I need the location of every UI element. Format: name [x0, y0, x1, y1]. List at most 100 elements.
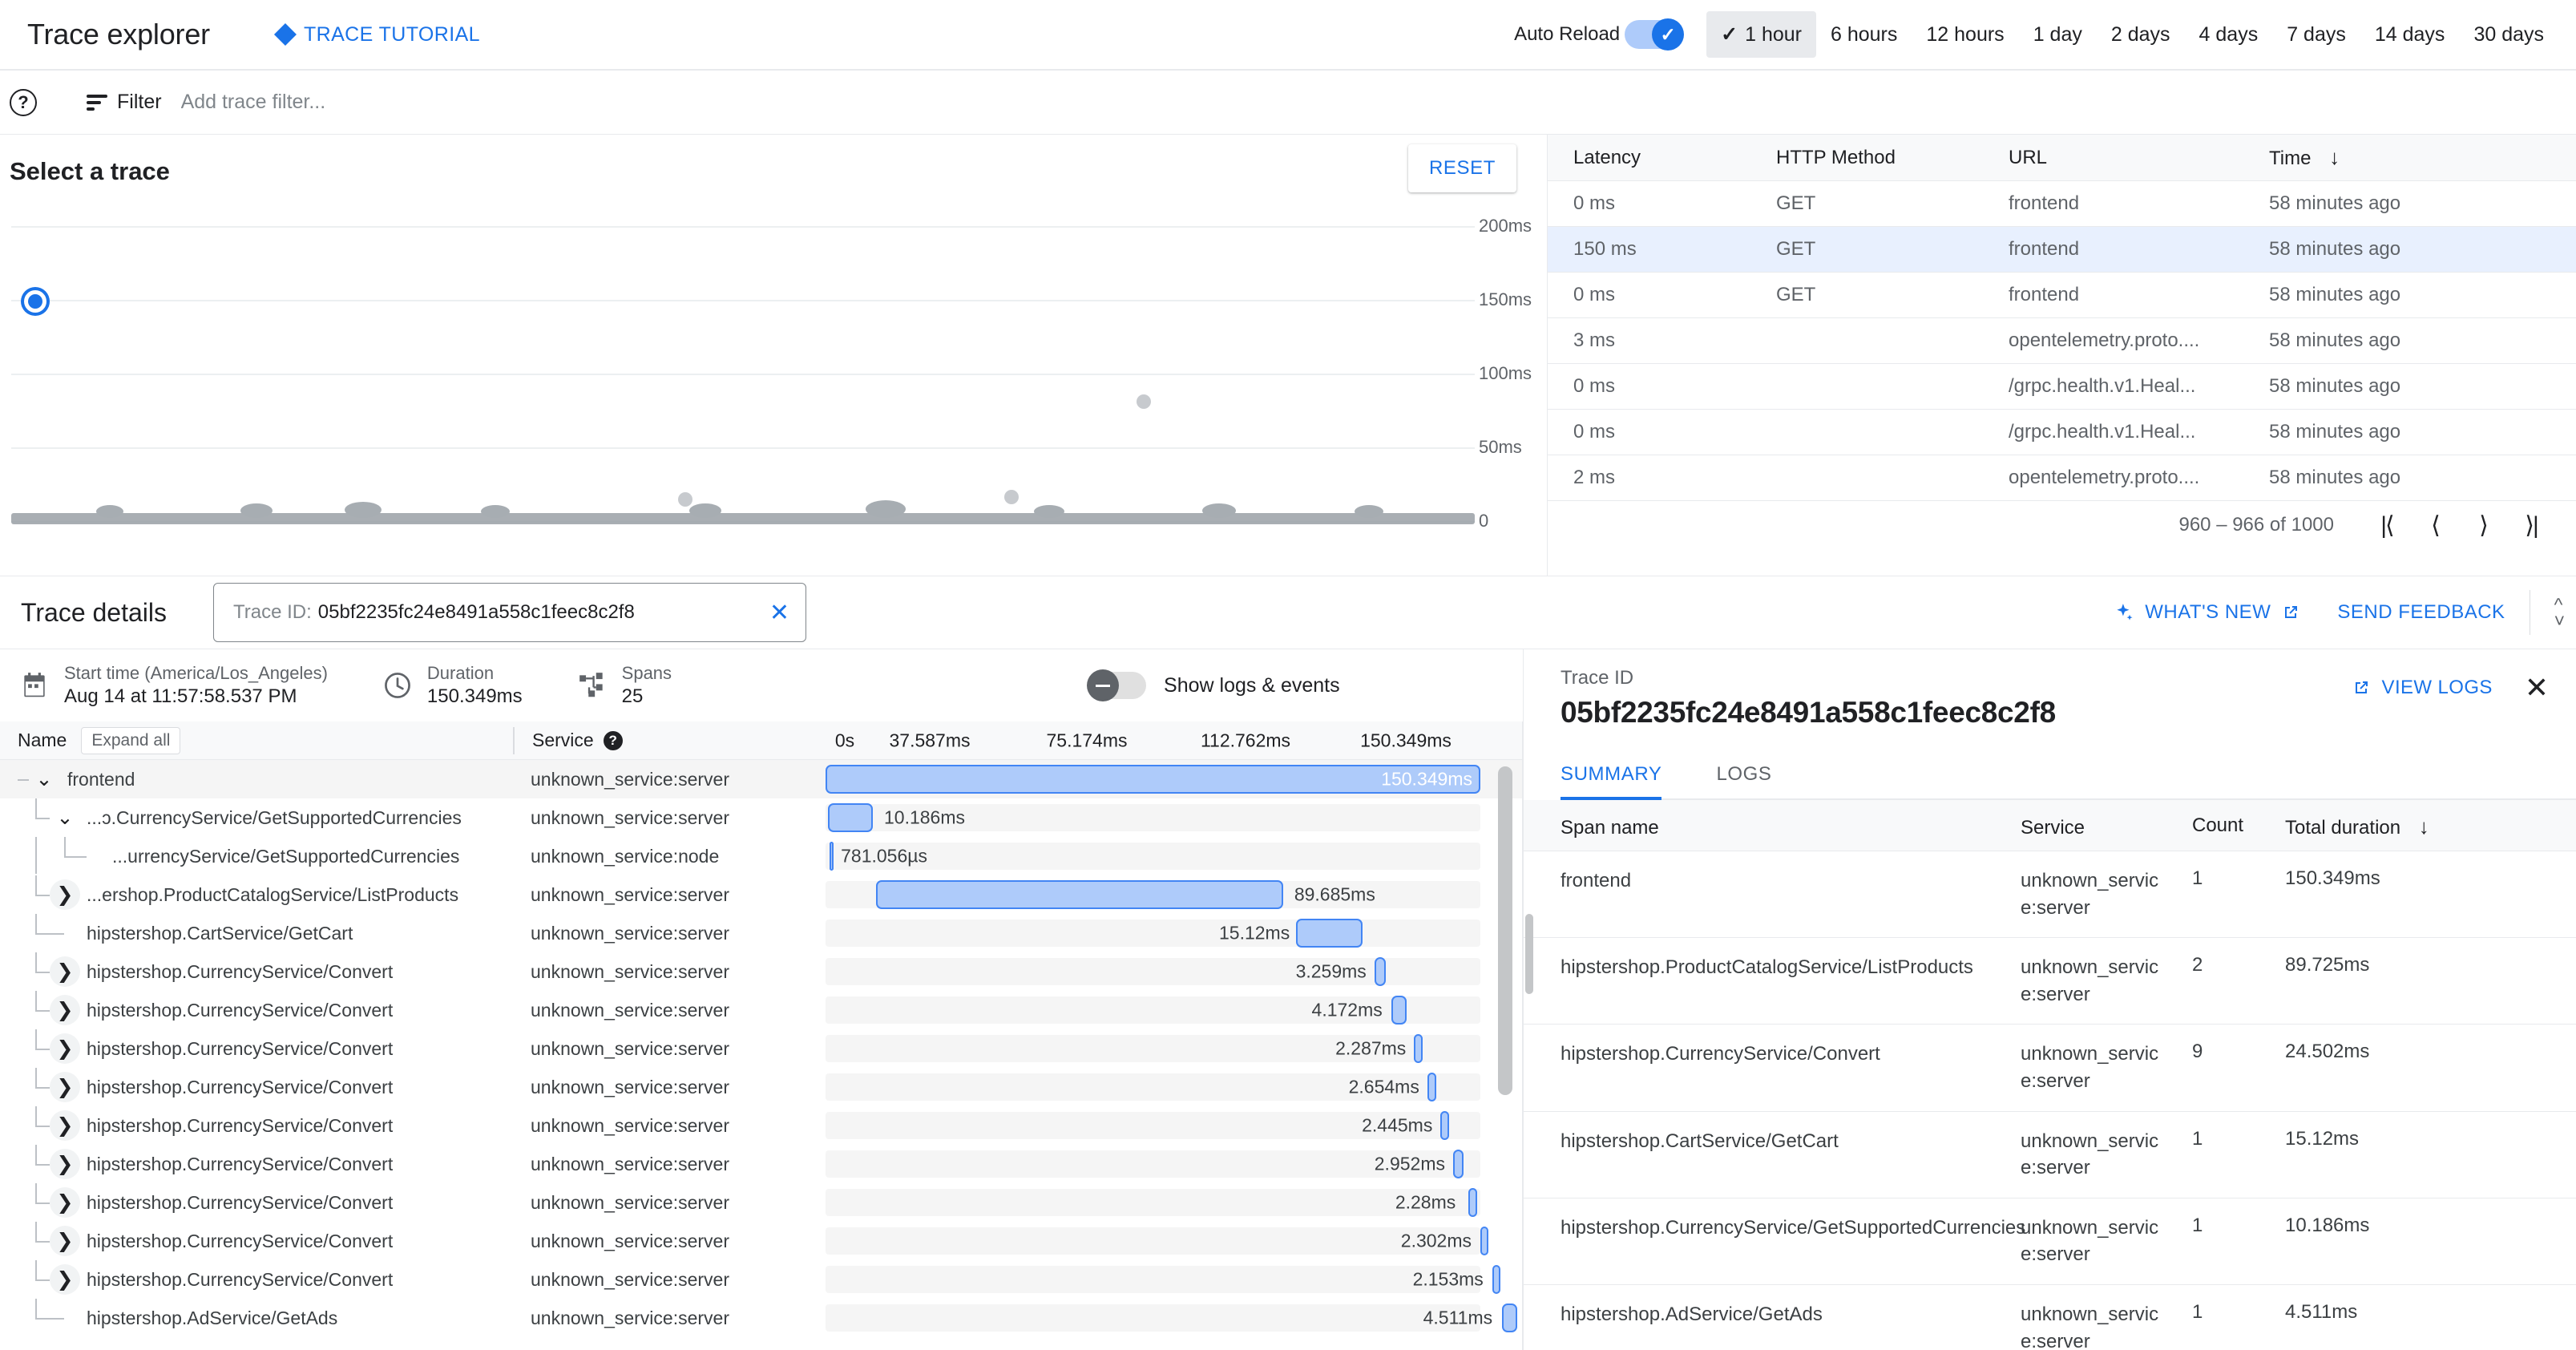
waterfall-row[interactable]: ❯ hipstershop.CurrencyService/Convert un… [0, 991, 1522, 1029]
summary-row[interactable]: hipstershop.CartService/GetCart unknown_… [1524, 1112, 2576, 1198]
span-bar[interactable] [828, 803, 874, 832]
summary-row[interactable]: hipstershop.CurrencyService/Convert unkn… [1524, 1025, 2576, 1112]
expand-toggle-icon[interactable]: ❯ [50, 1033, 80, 1064]
span-bar[interactable] [830, 842, 834, 871]
tab-logs[interactable]: LOGS [1716, 754, 1792, 798]
column-header-service[interactable]: Service [2021, 814, 2173, 842]
column-header-total-duration[interactable]: Total duration ↓ [2269, 814, 2576, 839]
waterfall-row[interactable]: ⌄ frontend unknown_service:server 150.34… [0, 760, 1522, 798]
trace-tutorial-link[interactable]: TRACE TUTORIAL [273, 23, 480, 46]
range-button-2-days[interactable]: 2 days [2097, 12, 2185, 58]
table-row[interactable]: 2 ms opentelemetry.proto.... 58 minutes … [1548, 455, 2576, 501]
trace-id-field[interactable]: Trace ID: 05bf2235fc24e8491a558c1feec8c2… [213, 583, 806, 642]
waterfall-row[interactable]: ❯ hipstershop.CurrencyService/Convert un… [0, 1029, 1522, 1068]
range-button-4-days[interactable]: 4 days [2185, 12, 2273, 58]
waterfall-row[interactable]: ❯ ...еrshop.ProductCatalogService/ListPr… [0, 875, 1522, 914]
range-button-1-hour[interactable]: ✓ 1 hour [1706, 11, 1816, 58]
help-circle-icon[interactable]: ? [603, 730, 623, 750]
send-feedback-link[interactable]: SEND FEEDBACK [2337, 601, 2505, 624]
table-row[interactable]: 0 ms GET frontend 58 minutes ago [1548, 273, 2576, 318]
whats-new-link[interactable]: WHAT'S NEW [2114, 601, 2300, 624]
view-logs-link[interactable]: VIEW LOGS [2352, 677, 2493, 699]
table-row[interactable]: 0 ms /grpc.health.v1.Heal... 58 minutes … [1548, 364, 2576, 410]
range-button-14-days[interactable]: 14 days [2360, 12, 2460, 58]
first-page-icon[interactable]: |⟨ [2363, 511, 2411, 540]
waterfall-row[interactable]: ❯ hipstershop.CurrencyService/Convert un… [0, 1183, 1522, 1222]
waterfall-row[interactable]: ❯ hipstershop.CurrencyService/Convert un… [0, 1068, 1522, 1106]
prev-page-icon[interactable]: ⟨ [2411, 511, 2459, 540]
expand-toggle-icon[interactable]: ⌄ [50, 802, 80, 833]
tab-summary[interactable]: SUMMARY [1561, 754, 1682, 800]
waterfall-row[interactable]: hipstershop.AdService/GetAds unknown_ser… [0, 1299, 1522, 1337]
expand-toggle-icon[interactable]: ❯ [50, 879, 80, 910]
span-bar[interactable] [1427, 1073, 1437, 1101]
scatter-plot[interactable]: 200ms 150ms 100ms 50ms 0 [0, 215, 1532, 642]
scatter-point[interactable] [678, 492, 692, 507]
span-bar[interactable] [1295, 919, 1363, 948]
waterfall-row[interactable]: ❯ hipstershop.CurrencyService/Convert un… [0, 1145, 1522, 1183]
waterfall-row[interactable]: hipstershop.CartService/GetCart unknown_… [0, 914, 1522, 952]
summary-row[interactable]: hipstershop.AdService/GetAds unknown_ser… [1524, 1285, 2576, 1350]
column-header-time[interactable]: Time ↓ [2269, 145, 2576, 170]
range-button-30-days[interactable]: 30 days [2459, 12, 2558, 58]
expand-toggle-icon[interactable]: ❯ [50, 1072, 80, 1102]
clear-trace-id-icon[interactable]: ✕ [769, 599, 789, 627]
table-row[interactable]: 150 ms GET frontend 58 minutes ago [1548, 227, 2576, 273]
waterfall-row[interactable]: ❯ hipstershop.CurrencyService/Convert un… [0, 1260, 1522, 1299]
expand-all-button[interactable]: Expand all [81, 726, 181, 754]
show-logs-events-toggle[interactable] [1087, 669, 1147, 701]
waterfall-row[interactable]: ❯ hipstershop.CurrencyService/Convert un… [0, 952, 1522, 991]
waterfall-scrollbar[interactable] [1498, 766, 1512, 1095]
trace-filter-input[interactable] [179, 90, 741, 115]
span-bar[interactable] [1440, 1111, 1449, 1140]
expand-toggle-icon[interactable]: ❯ [50, 956, 80, 987]
scatter-point[interactable] [1004, 490, 1019, 504]
summary-row[interactable]: hipstershop.CurrencyService/GetSupported… [1524, 1198, 2576, 1285]
expand-toggle-icon[interactable]: ❯ [50, 1149, 80, 1179]
span-bar[interactable] [875, 880, 1283, 909]
column-header-latency[interactable]: Latency [1548, 147, 1776, 169]
column-header-count[interactable]: Count [2173, 814, 2269, 837]
range-button-1-day[interactable]: 1 day [2019, 12, 2097, 58]
expand-toggle-icon[interactable]: ❯ [50, 1187, 80, 1218]
column-header-http-method[interactable]: HTTP Method [1776, 147, 2009, 169]
expand-toggle-icon[interactable]: ❯ [50, 1226, 80, 1256]
column-header-span-name[interactable]: Span name [1524, 814, 2021, 842]
column-header-url[interactable]: URL [2009, 147, 2269, 169]
scatter-point[interactable] [1137, 394, 1151, 409]
selected-trace-point[interactable] [24, 290, 46, 313]
help-icon[interactable]: ? [10, 88, 37, 116]
span-bar[interactable] [1452, 1150, 1464, 1178]
filter-button[interactable]: Filter [87, 91, 162, 114]
next-page-icon[interactable]: ⟩ [2459, 511, 2507, 540]
table-row[interactable]: 0 ms GET frontend 58 minutes ago [1548, 181, 2576, 227]
waterfall-row[interactable]: ❯ hipstershop.CurrencyService/Convert un… [0, 1106, 1522, 1145]
expand-toggle-icon[interactable]: ⌄ [29, 764, 59, 794]
panel-resize-handle[interactable]: ^ ˅ [2554, 595, 2565, 630]
span-bar[interactable] [1374, 957, 1386, 986]
span-bar[interactable] [1414, 1034, 1423, 1063]
table-row[interactable]: 0 ms /grpc.health.v1.Heal... 58 minutes … [1548, 410, 2576, 455]
range-button-12-hours[interactable]: 12 hours [1912, 12, 2018, 58]
last-page-icon[interactable]: ⟩| [2507, 511, 2555, 540]
expand-toggle-icon[interactable]: ❯ [50, 995, 80, 1025]
waterfall-row[interactable]: ...urrencyService/GetSupportedCurrencies… [0, 837, 1522, 875]
auto-reload-toggle[interactable]: ✓ [1625, 18, 1685, 51]
span-bar[interactable] [1391, 996, 1407, 1025]
table-row[interactable]: 3 ms opentelemetry.proto.... 58 minutes … [1548, 318, 2576, 364]
summary-scrollbar[interactable] [1525, 914, 1533, 994]
span-bar[interactable] [1492, 1265, 1501, 1294]
summary-row[interactable]: hipstershop.ProductCatalogService/ListPr… [1524, 938, 2576, 1025]
range-button-7-days[interactable]: 7 days [2272, 12, 2360, 58]
span-bar[interactable] [1468, 1188, 1477, 1217]
range-button-6-hours[interactable]: 6 hours [1816, 12, 1912, 58]
reset-button[interactable]: RESET [1407, 144, 1516, 192]
close-panel-icon[interactable]: ✕ [2525, 673, 2549, 702]
summary-row[interactable]: frontend unknown_service:server 1 150.34… [1524, 851, 2576, 939]
expand-toggle-icon[interactable]: ❯ [50, 1264, 80, 1295]
expand-toggle-icon[interactable]: ❯ [50, 1110, 80, 1141]
span-bar[interactable] [1480, 1227, 1489, 1255]
span-bar[interactable] [1501, 1304, 1517, 1332]
waterfall-row[interactable]: ⌄ ...ɔ.CurrencyService/GetSupportedCurre… [0, 798, 1522, 837]
waterfall-row[interactable]: ❯ hipstershop.CurrencyService/Convert un… [0, 1222, 1522, 1260]
